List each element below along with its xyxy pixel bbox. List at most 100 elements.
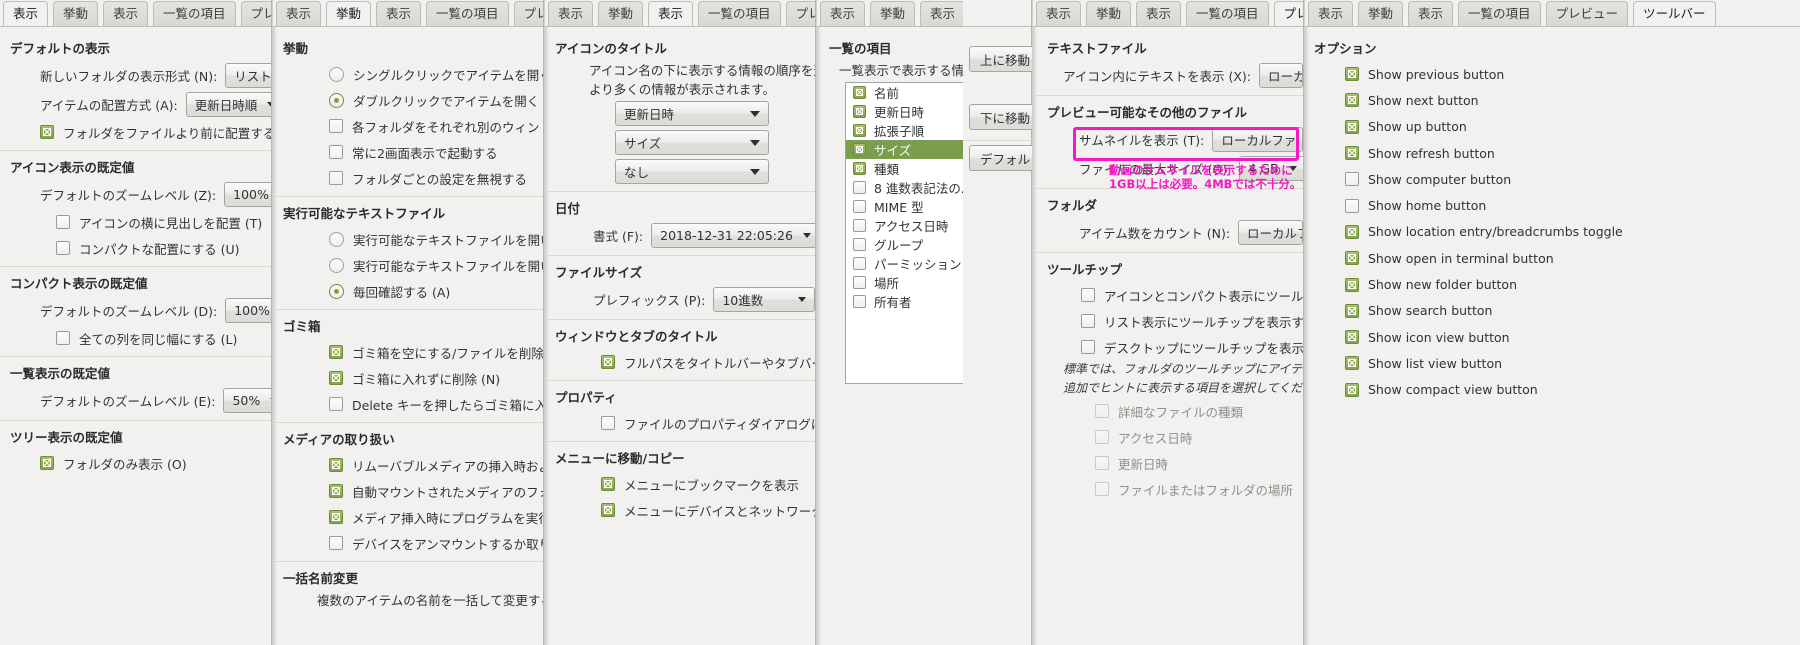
row-show-icon-view-button[interactable]: Show icon view button <box>1305 324 1800 350</box>
row-menu-devices[interactable]: メニューにデバイスとネットワーク上の場所を表 <box>545 497 815 523</box>
row-show-list-view-button[interactable]: Show list view button <box>1305 350 1800 376</box>
row-autorun[interactable]: メディア挿入時にプログラムを実行するかを尋 <box>273 504 543 530</box>
row-double-click[interactable]: ダブルクリックでアイテムを開く (D) <box>273 87 543 113</box>
caption-combo-3[interactable]: なし <box>615 159 769 184</box>
row-delete-key[interactable]: Delete キーを押したらゴミ箱に入れずに削除 <box>273 391 543 417</box>
show-refresh-button-checkbox[interactable] <box>1345 146 1359 161</box>
tab-behavior-5[interactable]: 挙動 <box>1086 1 1132 26</box>
tab-behavior-6[interactable]: 挙動 <box>1358 1 1404 26</box>
list-item-checkbox[interactable] <box>853 143 866 156</box>
row-show-new-folder-button[interactable]: Show new folder button <box>1305 271 1800 297</box>
autorun-checkbox[interactable] <box>329 510 343 524</box>
arrange-items-combo[interactable]: 更新日時順 <box>185 92 271 117</box>
show-computer-button-checkbox[interactable] <box>1345 172 1359 187</box>
tab-display2-5[interactable]: 表示 <box>1136 1 1182 26</box>
show-search-button-checkbox[interactable] <box>1345 303 1359 318</box>
tab-preview-2[interactable]: プレビュー <box>513 1 543 26</box>
compact-layout-checkbox[interactable] <box>56 241 70 255</box>
show-new-folder-button-checkbox[interactable] <box>1345 277 1359 292</box>
row-dual-pane[interactable]: 常に2画面表示で起動する <box>273 139 543 165</box>
row-exec-run[interactable]: 実行可能なテキストファイルを開いたらそれを <box>273 226 543 252</box>
tab-display2-3[interactable]: 表示 <box>648 1 694 26</box>
folders-only-checkbox[interactable] <box>40 456 54 470</box>
list-item-checkbox[interactable] <box>853 124 866 137</box>
row-tooltip-location[interactable]: ファイルまたはフォルダの場所 <box>1033 476 1303 502</box>
new-folder-view-combo[interactable]: リスト表示 <box>225 63 271 88</box>
row-unmount-eject[interactable]: デバイスをアンマウントするか取り出したらデバ <box>273 530 543 556</box>
tab-behavior-3[interactable]: 挙動 <box>598 1 644 26</box>
tab-display2-1[interactable]: 表示 <box>103 1 149 26</box>
row-single-click[interactable]: シングルクリックでアイテムを開く (S) <box>273 61 543 87</box>
row-delete-permanently[interactable]: ゴミ箱に入れずに削除 (N) <box>273 365 543 391</box>
row-menu-bookmarks[interactable]: メニューにブックマークを表示 <box>545 471 815 497</box>
list-item-checkbox[interactable] <box>853 257 866 270</box>
row-folders-first[interactable]: フォルダをファイルより前に配置する (F) <box>0 119 271 145</box>
show-home-button-checkbox[interactable] <box>1345 198 1359 213</box>
show-next-button-checkbox[interactable] <box>1345 93 1359 108</box>
tooltip-icon-compact-checkbox[interactable] <box>1081 288 1095 302</box>
row-full-path[interactable]: フルパスをタイトルバーやタブバーに表示する (A) <box>545 349 815 375</box>
row-each-folder-window[interactable]: 各フォルダをそれぞれ別のウィンドウで開く (F) <box>273 113 543 139</box>
ignore-folder-settings-checkbox[interactable] <box>329 171 343 185</box>
tab-list-columns-1[interactable]: 一覧の項目 <box>153 1 236 26</box>
tab-display-5[interactable]: 表示 <box>1036 1 1082 26</box>
exec-run-radio[interactable] <box>329 231 344 247</box>
show-previous-button-checkbox[interactable] <box>1345 67 1359 82</box>
list-item-checkbox[interactable] <box>853 181 866 194</box>
row-exec-ask[interactable]: 毎回確認する (A) <box>273 278 543 304</box>
full-path-checkbox[interactable] <box>601 355 615 369</box>
tab-display2-4[interactable]: 表示 <box>920 1 966 26</box>
row-show-open-in-terminal-button[interactable]: Show open in terminal button <box>1305 245 1800 271</box>
row-tooltip-access-time[interactable]: アクセス日時 <box>1033 424 1303 450</box>
row-show-previous-button[interactable]: Show previous button <box>1305 61 1800 87</box>
row-show-home-button[interactable]: Show home button <box>1305 192 1800 218</box>
tab-display2-2[interactable]: 表示 <box>376 1 422 26</box>
unmount-eject-checkbox[interactable] <box>329 536 343 550</box>
row-removable-insert[interactable]: リムーバブルメディアの挿入時および起動時に <box>273 452 543 478</box>
row-tooltip-detail-type[interactable]: 詳細なファイルの種類 <box>1033 398 1303 424</box>
tab-behavior-2[interactable]: 挙動 <box>326 1 372 26</box>
caption-beside-checkbox[interactable] <box>56 215 70 229</box>
show-text-combo[interactable]: ローカルファ… <box>1259 63 1303 88</box>
thumbnail-combo[interactable]: ローカルファ… <box>1212 127 1303 152</box>
row-tooltip-list-view[interactable]: リスト表示にツールチップを表示する <box>1033 308 1303 334</box>
show-up-button-checkbox[interactable] <box>1345 119 1359 134</box>
tab-list-columns-6[interactable]: 一覧の項目 <box>1458 1 1541 26</box>
tab-toolbar-6[interactable]: ツールバー <box>1633 1 1716 26</box>
exec-ask-radio[interactable] <box>329 283 344 299</box>
row-compact-layout[interactable]: コンパクトな配置にする (U) <box>0 235 271 261</box>
single-click-radio[interactable] <box>329 66 344 82</box>
tab-preview-3[interactable]: プレビュー <box>785 1 815 26</box>
tooltip-location-checkbox[interactable] <box>1095 482 1109 496</box>
tab-preview-1[interactable]: プレビュー <box>240 1 271 26</box>
tooltip-list-view-checkbox[interactable] <box>1081 314 1095 328</box>
tab-display-3[interactable]: 表示 <box>548 1 594 26</box>
delete-key-checkbox[interactable] <box>329 397 343 411</box>
row-ignore-folder-settings[interactable]: フォルダごとの設定を無視する <box>273 165 543 191</box>
filesize-prefix-combo[interactable]: 10進数 <box>713 287 815 312</box>
list-zoom-combo[interactable]: 50% <box>223 388 271 413</box>
list-item-checkbox[interactable] <box>853 105 866 118</box>
row-show-search-button[interactable]: Show search button <box>1305 298 1800 324</box>
show-location-entry-toggle-checkbox[interactable] <box>1345 224 1359 239</box>
double-click-radio[interactable] <box>329 92 344 108</box>
tab-list-columns-3[interactable]: 一覧の項目 <box>698 1 781 26</box>
row-detailed-access[interactable]: ファイルのプロパティダイアログに詳細なアクセ <box>545 410 815 436</box>
caption-combo-1[interactable]: 更新日時 <box>615 101 769 126</box>
row-all-columns-same[interactable]: 全ての列を同じ幅にする (L) <box>0 325 271 351</box>
row-show-compact-view-button[interactable]: Show compact view button <box>1305 377 1800 403</box>
tooltip-detail-type-checkbox[interactable] <box>1095 404 1109 418</box>
list-item-checkbox[interactable] <box>853 219 866 232</box>
tab-display2-6[interactable]: 表示 <box>1408 1 1454 26</box>
dual-pane-checkbox[interactable] <box>329 145 343 159</box>
confirm-empty-checkbox[interactable] <box>329 345 343 359</box>
tooltip-desktop-checkbox[interactable] <box>1081 340 1095 354</box>
removable-insert-checkbox[interactable] <box>329 458 343 472</box>
show-compact-view-button-checkbox[interactable] <box>1345 382 1359 397</box>
row-caption-beside[interactable]: アイコンの横に見出しを配置 (T) <box>0 209 271 235</box>
row-automount-open[interactable]: 自動マウントされたメディアのフォルダを自動 <box>273 478 543 504</box>
row-show-location-entry-toggle[interactable]: Show location entry/breadcrumbs toggle <box>1305 219 1800 245</box>
exec-view-radio[interactable] <box>329 257 344 273</box>
row-show-refresh-button[interactable]: Show refresh button <box>1305 140 1800 166</box>
row-show-computer-button[interactable]: Show computer button <box>1305 166 1800 192</box>
